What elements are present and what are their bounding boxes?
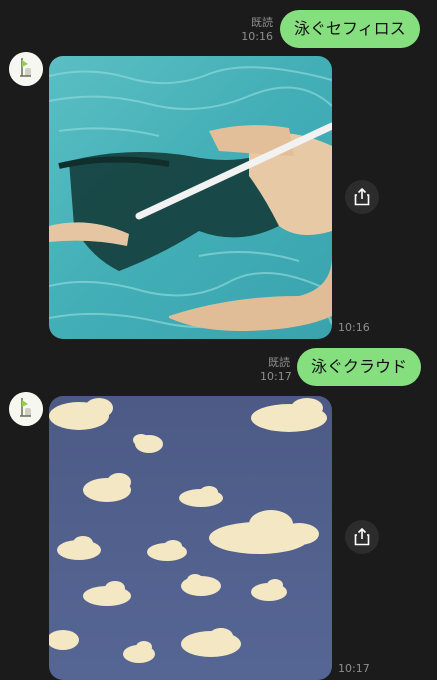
sent-message-bubble[interactable]: 泳ぐセフィロス xyxy=(280,10,420,48)
avatar-icon xyxy=(9,52,43,86)
read-receipt: 既読 xyxy=(268,356,290,369)
message-time: 10:17 xyxy=(338,662,370,675)
message-text: 泳ぐセフィロス xyxy=(294,19,406,38)
share-button[interactable] xyxy=(345,180,379,214)
avatar-icon xyxy=(9,392,43,426)
read-receipt: 既読 xyxy=(251,16,273,29)
avatar[interactable] xyxy=(9,392,43,426)
chat-thread: 既読 10:16 泳ぐセフィロス 10:16 既読 10:17 泳ぐクラウド 1… xyxy=(0,0,437,680)
message-time: 10:16 xyxy=(338,321,370,334)
sent-message-bubble[interactable]: 泳ぐクラウド xyxy=(297,348,422,386)
share-button[interactable] xyxy=(345,520,379,554)
message-meta: 既読 10:16 xyxy=(236,16,273,44)
swimmer-image xyxy=(49,56,332,339)
avatar[interactable] xyxy=(9,52,43,86)
received-image-clouds[interactable] xyxy=(49,396,332,680)
message-time: 10:16 xyxy=(241,30,273,43)
share-icon xyxy=(354,528,370,546)
share-icon xyxy=(354,188,370,206)
received-image-swimmer[interactable] xyxy=(49,56,332,339)
message-text: 泳ぐクラウド xyxy=(311,357,408,376)
message-meta: 既読 10:17 xyxy=(260,356,292,384)
message-time: 10:17 xyxy=(260,370,292,383)
clouds-image xyxy=(49,396,332,680)
